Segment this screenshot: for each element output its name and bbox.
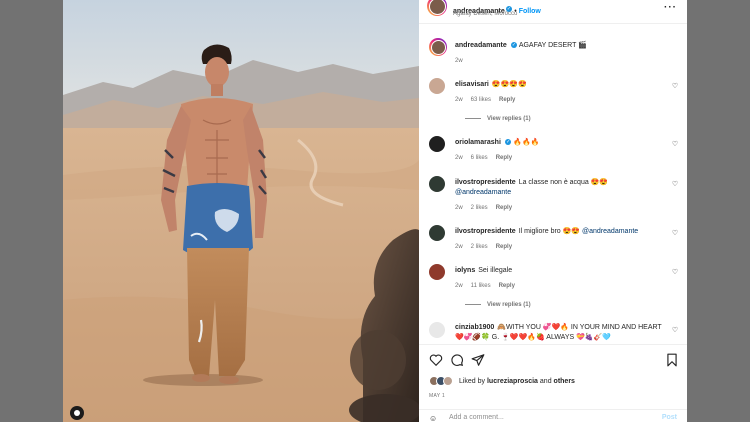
comment-likes[interactable]: 11 likes: [471, 283, 491, 289]
liked-by-and: and: [539, 377, 552, 385]
desert-scene-image: [63, 0, 419, 422]
post-caption: andreadamante ✓ AGAFAY DESERT 🎬 2w: [429, 38, 679, 68]
comment-item: cinziab1900 🙈WITH YOU 💞❤️🔥 IN YOUR MIND A…: [429, 322, 679, 346]
liked-by-username[interactable]: lucreziaproscia: [487, 378, 538, 385]
comment-text: 🔥🔥🔥: [513, 139, 540, 146]
reply-button[interactable]: Reply: [496, 155, 512, 161]
comment-likes[interactable]: 2 likes: [471, 244, 488, 250]
comment-username[interactable]: iolyns: [455, 267, 475, 274]
commenter-avatar[interactable]: [429, 264, 445, 280]
comment-mention[interactable]: @andreadamante: [455, 189, 511, 196]
verified-badge-icon: ✓: [510, 41, 518, 49]
post-date[interactable]: MAY 1: [429, 393, 445, 399]
verified-badge-icon: ✓: [504, 138, 512, 146]
reply-button[interactable]: Reply: [496, 244, 512, 250]
comment-username[interactable]: oriolamarashi: [455, 139, 501, 146]
post-photo[interactable]: [63, 0, 419, 422]
comment-username[interactable]: ilvostropresidente: [455, 179, 516, 186]
comment-like-heart-icon[interactable]: ♡: [671, 269, 679, 277]
comment-likes[interactable]: 2 likes: [471, 205, 488, 211]
post-actions-bar: Liked by lucreziaproscia and others MAY …: [419, 344, 687, 422]
more-horizontal-icon[interactable]: ···: [664, 2, 677, 13]
commenter-avatar[interactable]: [429, 78, 445, 94]
reply-button[interactable]: Reply: [499, 283, 515, 289]
author-avatar[interactable]: [427, 0, 447, 16]
bookmark-icon[interactable]: [665, 353, 679, 367]
modal-backdrop-right[interactable]: [687, 0, 750, 422]
liked-by-others-link[interactable]: others: [554, 378, 575, 385]
comment-item: ilvostropresidente Il migliore bro 😍😍 @an…: [429, 225, 679, 255]
comment-text: 😍😍😍😍: [491, 81, 527, 88]
comment-age: 2w: [455, 155, 463, 161]
comment-like-heart-icon[interactable]: ♡: [671, 230, 679, 238]
comment-mention[interactable]: @andreadamante: [582, 228, 638, 235]
post-header: andreadamante ✓ • Follow Agafay Desert, Mor…: [419, 0, 687, 24]
comment-likes[interactable]: 63 likes: [471, 97, 491, 103]
caption-age: 2w: [455, 58, 463, 64]
heart-outline-icon[interactable]: [429, 353, 443, 367]
caption-username[interactable]: andreadamante: [455, 42, 507, 49]
follow-button[interactable]: Follow: [519, 8, 541, 15]
comment-like-heart-icon[interactable]: ♡: [671, 181, 679, 189]
caption-avatar[interactable]: [429, 38, 447, 56]
commenter-avatar[interactable]: [429, 136, 445, 152]
view-replies-button[interactable]: View replies (1): [465, 116, 531, 122]
comment-age: 2w: [455, 97, 463, 103]
add-comment-bar: ☺ Add a comment... Post: [419, 409, 687, 422]
commenter-avatar[interactable]: [429, 176, 445, 192]
user-tag-icon: [74, 410, 80, 416]
comment-likes[interactable]: 6 likes: [471, 155, 488, 161]
comment-text: La classe non è acqua 😍😍: [518, 179, 609, 186]
tagged-people-button[interactable]: [70, 406, 84, 420]
send-icon[interactable]: [471, 353, 485, 367]
comment-text: Il migliore bro 😍😍: [518, 228, 581, 235]
comment-age: 2w: [455, 244, 463, 250]
post-location[interactable]: Agafay Desert, Morocco: [453, 11, 517, 17]
comment-item: ilvostropresidente La classe non è acqua …: [429, 176, 679, 214]
commenter-avatar[interactable]: [429, 225, 445, 241]
smiley-icon[interactable]: ☺: [429, 414, 437, 422]
modal-backdrop-left[interactable]: [0, 0, 63, 422]
post-details-panel: andreadamante ✓ • Follow Agafay Desert, Mor…: [419, 0, 687, 422]
reply-button[interactable]: Reply: [496, 205, 512, 211]
add-comment-input[interactable]: Add a comment...: [449, 414, 504, 421]
commenter-avatar[interactable]: [429, 322, 445, 338]
liker-avatar: [443, 376, 453, 386]
view-replies-button[interactable]: View replies (1): [465, 302, 531, 308]
comment-text: Sei illegale: [478, 267, 513, 274]
comment-like-heart-icon[interactable]: ♡: [671, 141, 679, 149]
comment-username[interactable]: ilvostropresidente: [455, 228, 516, 235]
reply-button[interactable]: Reply: [499, 97, 515, 103]
comment-age: 2w: [455, 283, 463, 289]
comment-username[interactable]: elisavisari: [455, 81, 489, 88]
comment-like-heart-icon[interactable]: ♡: [671, 83, 679, 91]
comment-item: iolyns Sei illegale 2w 11 likes Reply ♡ Vie…: [429, 264, 679, 310]
caption-text: AGAFAY DESERT 🎬: [518, 42, 587, 49]
comment-item: elisavisari 😍😍😍😍 2w 63 likes Reply ♡ View r…: [429, 78, 679, 124]
liked-by-summary[interactable]: Liked by lucreziaproscia and others: [429, 376, 575, 386]
comment-like-heart-icon[interactable]: ♡: [671, 327, 679, 335]
liked-by-prefix: Liked by: [458, 377, 486, 385]
comment-item: oriolamarashi ✓ 🔥🔥🔥 2w 6 likes Reply ♡: [429, 136, 679, 166]
post-comment-button[interactable]: Post: [662, 414, 677, 421]
comment-age: 2w: [455, 205, 463, 211]
comment-icon[interactable]: [450, 353, 464, 367]
comment-username[interactable]: cinziab1900: [455, 324, 494, 331]
